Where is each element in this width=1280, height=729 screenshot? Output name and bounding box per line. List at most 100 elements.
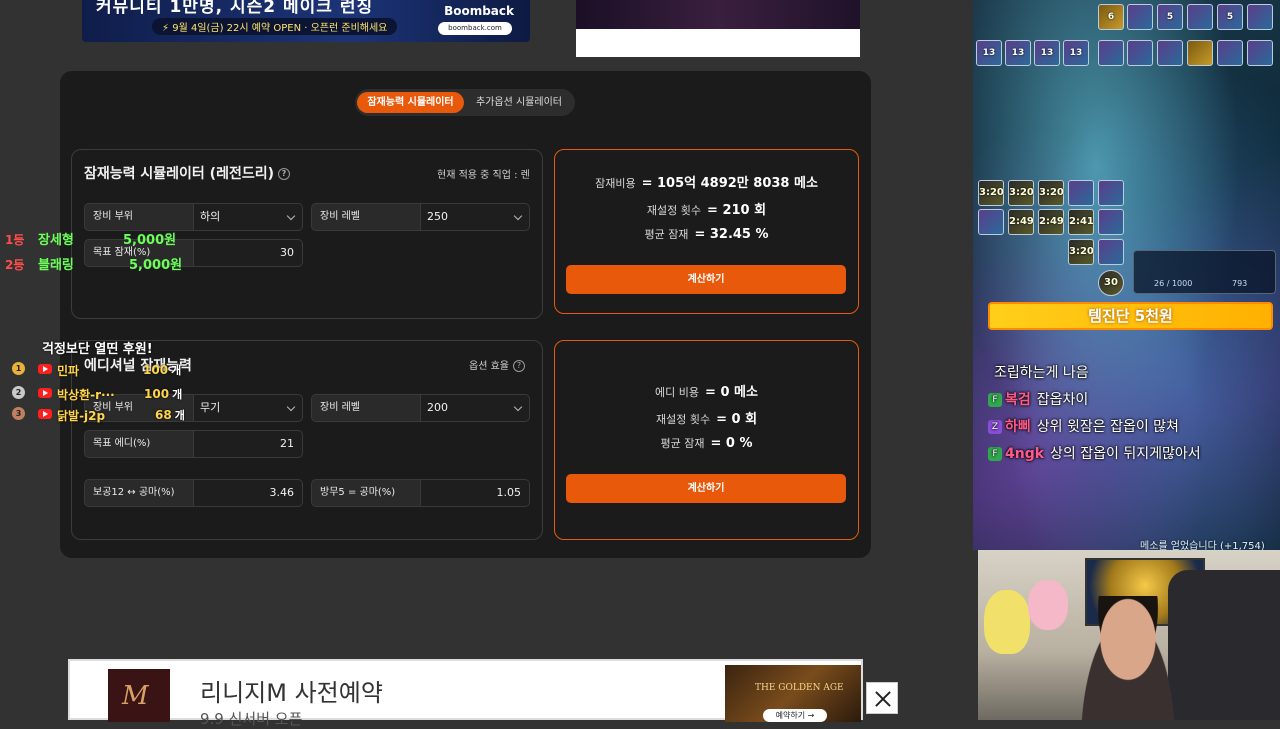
buff-icon xyxy=(1098,209,1124,235)
supporter-amount-3: 68 개 xyxy=(155,407,185,423)
chat-message: F 4ngk 상의 잡옵이 뒤지게많아서 xyxy=(988,443,1201,463)
count-value: = 210 회 xyxy=(707,203,767,218)
edi-equip-part-value: 무기 xyxy=(200,401,221,414)
avg-value: = 32.45 % xyxy=(694,227,769,242)
supporter-unit: 개 xyxy=(171,364,182,377)
cost-label: 잠재비용 xyxy=(595,177,636,190)
skill-icon: 6 xyxy=(1098,4,1124,30)
skill-icon xyxy=(1127,4,1153,30)
chevron-down-icon xyxy=(513,402,523,412)
bottom-ad-banner[interactable]: M 리니지M 사전예약 9.9 신서버 오픈 THE GOLDEN AGE 예약… xyxy=(68,659,863,728)
fan-badge-icon: F xyxy=(988,393,1002,407)
youtube-icon xyxy=(38,409,52,419)
buff-icon xyxy=(1157,40,1183,66)
donor-amount-2: 5,000원 xyxy=(129,258,183,273)
tab-additional-option-simulator[interactable]: 추가옵션 시뮬레이터 xyxy=(465,92,573,113)
top-video-ad[interactable] xyxy=(576,0,860,57)
top-ad-brand: Boomback xyxy=(444,4,514,18)
medal-silver-icon: 2 xyxy=(12,386,25,399)
supporter-amount-1: 100 개 xyxy=(143,362,181,378)
lineage-logo: M xyxy=(108,669,170,722)
chat-text: 상의 잡옵이 뒤지게많아서 xyxy=(1050,446,1201,462)
def-ratio-input[interactable]: 1.05 xyxy=(421,479,530,507)
gaming-chair xyxy=(1168,570,1280,720)
edi-count-line: 재설정 횟수 = 0 회 xyxy=(555,408,858,427)
cooldown-icon: 3:20 xyxy=(1038,180,1064,206)
supporter-amount-value: 100 xyxy=(144,387,170,401)
supporter-name-1: 민파 xyxy=(57,364,80,378)
buff-icon xyxy=(1247,40,1273,66)
streamer xyxy=(1073,596,1183,720)
chat-text: 상위 윗잠은 잡옵이 많쳐 xyxy=(1036,419,1179,435)
logo-letter: M xyxy=(122,681,149,711)
supporter-name-2: 박상환-r··· xyxy=(57,388,115,402)
skill-icon xyxy=(1247,4,1273,30)
edi-equip-part-select[interactable]: 무기 xyxy=(194,394,303,422)
edi-equip-level-select[interactable]: 200 xyxy=(421,394,530,422)
top-ad-headline: 커뮤니티 1만명, 시즌2 메이크 런칭 xyxy=(96,0,374,17)
potential-card-title: 잠재능력 시뮬레이터 (레전드리)? xyxy=(84,163,290,183)
streamer-webcam xyxy=(978,550,1280,720)
supporter-name-3: 닭발-j2p xyxy=(57,409,106,423)
chat-text: 잡옵차이 xyxy=(1036,392,1089,408)
hud-value-2: 793 xyxy=(1232,279,1248,288)
buff-icon: 13 xyxy=(976,40,1002,66)
buff-icon xyxy=(1127,40,1153,66)
skill-icon: 5 xyxy=(1157,4,1183,30)
top-ad-url: boomback.com xyxy=(438,22,512,35)
hud-value: 26 / 1000 xyxy=(1154,279,1193,288)
chat-message: Z 하삐 상위 윗잠은 잡옵이 많쳐 xyxy=(988,416,1179,436)
support-title: 걱정보단 열띤 후원! xyxy=(42,342,153,357)
equip-part-select[interactable]: 하의 xyxy=(194,203,303,231)
edi-count-label: 재설정 횟수 xyxy=(655,413,711,426)
medal-gold-icon: 1 xyxy=(12,362,25,375)
donor-name-2: 블래링 xyxy=(38,258,74,273)
donor-rank-1: 1등 xyxy=(5,233,25,247)
def-ratio-label: 방무5 = 공마(%) xyxy=(311,479,421,507)
equip-level-select[interactable]: 250 xyxy=(421,203,530,231)
youtube-icon xyxy=(38,388,52,398)
buff-icon xyxy=(1098,239,1124,265)
edi-cost-value: = 0 메소 xyxy=(705,385,758,400)
help-icon[interactable]: ? xyxy=(277,168,290,180)
edi-calculate-button[interactable]: 계산하기 xyxy=(566,474,846,503)
cooldown-icon: 2:49 xyxy=(1038,209,1064,235)
supporter-amount-value: 100 xyxy=(143,363,169,377)
calculate-button[interactable]: 계산하기 xyxy=(566,265,846,294)
video-thumbnail xyxy=(576,0,860,29)
buff-icon xyxy=(1187,40,1213,66)
close-icon[interactable] xyxy=(866,682,898,714)
target-edi-input[interactable]: 21 xyxy=(194,430,303,458)
top-ad-subtext: ⚡ 9월 4일(금) 22시 예약 OPEN · 오픈런 준비해세요 xyxy=(152,18,398,35)
counter-icon: 30 xyxy=(1098,270,1124,296)
edi-cost-line: 에디 비용 = 0 메소 xyxy=(555,381,858,400)
potential-avg-line: 평균 잠재 = 32.45 % xyxy=(555,226,858,242)
buff-icon xyxy=(1098,40,1124,66)
edi-equip-level-label: 장비 레벨 xyxy=(311,394,421,422)
buff-icon: 13 xyxy=(1063,40,1089,66)
medal-bronze-icon: 3 xyxy=(12,407,25,420)
option-efficiency-note: 옵션 효율? xyxy=(469,357,525,372)
edi-result-card: 에디 비용 = 0 메소 재설정 횟수 = 0 회 평균 잠재 = 0 % xyxy=(554,340,859,540)
equip-level-value: 250 xyxy=(427,210,448,223)
supporter-amount-value: 68 xyxy=(155,408,172,422)
hud-gauge: 26 / 1000 793 xyxy=(1133,250,1276,294)
reserve-button[interactable]: 예약하기 → xyxy=(763,709,827,722)
boss-ratio-input[interactable]: 3.46 xyxy=(194,479,303,507)
edi-avg-value: = 0 % xyxy=(710,436,753,451)
stream-event-banner: 템진단 5천원 xyxy=(988,302,1273,330)
cost-value: = 105억 4892만 8038 메소 xyxy=(641,176,818,191)
bottom-ad-title: 리니지M 사전예약 xyxy=(200,679,383,707)
potential-cost-line: 잠재비용 = 105억 4892만 8038 메소 xyxy=(555,172,858,191)
chat-nick: 하삐 xyxy=(1005,419,1031,435)
bottom-ad-sub: 9.9 신서버 오픈 xyxy=(200,710,303,728)
bottom-ad-image: THE GOLDEN AGE 예약하기 → xyxy=(725,665,861,722)
potential-title-text: 잠재능력 시뮬레이터 (레전드리) xyxy=(84,166,274,182)
help-icon[interactable]: ? xyxy=(512,360,525,372)
supporter-amount-2: 100 개 xyxy=(144,386,182,402)
potential-count-line: 재설정 횟수 = 210 회 xyxy=(555,199,858,218)
top-ad-banner[interactable]: 커뮤니티 1만명, 시즌2 메이크 런칭 ⚡ 9월 4일(금) 22시 예약 O… xyxy=(82,0,530,42)
plush-toy xyxy=(984,590,1030,654)
target-potential-input[interactable]: 30 xyxy=(194,239,303,267)
tab-potential-simulator[interactable]: 잠재능력 시뮬레이터 xyxy=(357,92,464,113)
